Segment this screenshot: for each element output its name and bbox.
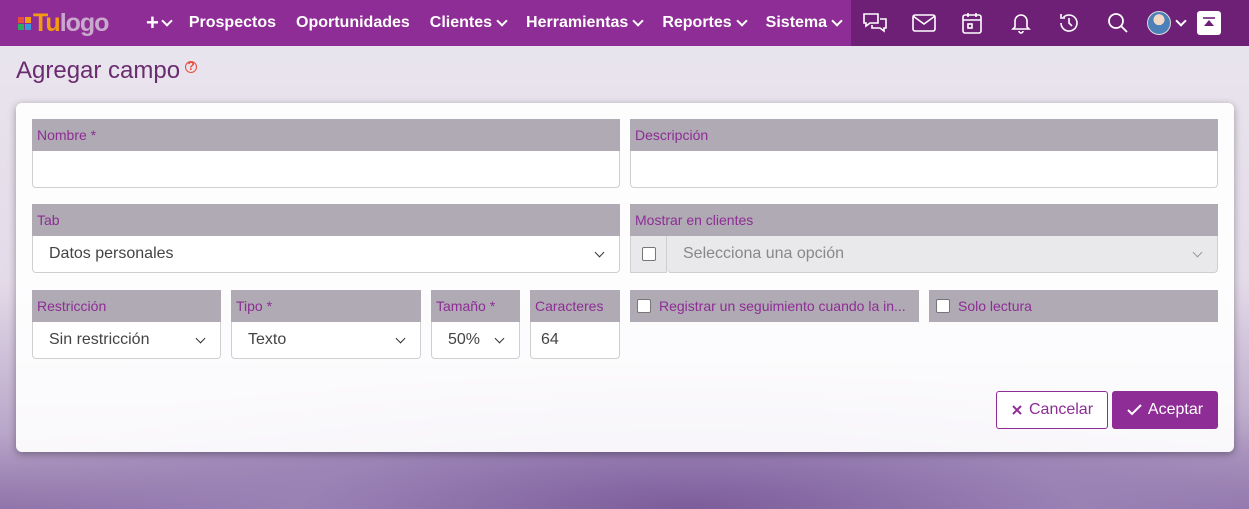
logo-mark bbox=[18, 16, 31, 30]
seguimiento-checkbox[interactable] bbox=[637, 299, 651, 313]
caret-up-icon bbox=[1202, 17, 1215, 26]
chevron-down-icon bbox=[496, 15, 508, 27]
tab-select[interactable]: Datos personales bbox=[32, 236, 620, 273]
top-navbar: Tulogo + Prospectos Oportunidades Client… bbox=[0, 0, 1249, 46]
solo-lectura-label: Solo lectura bbox=[958, 298, 1032, 314]
solo-lectura-field: Solo lectura bbox=[929, 290, 1218, 322]
tab-field: Tab Datos personales bbox=[32, 204, 620, 273]
nombre-field: Nombre * bbox=[32, 119, 620, 188]
history-icon[interactable] bbox=[1045, 0, 1094, 46]
user-menu[interactable] bbox=[1142, 0, 1191, 46]
chevron-down-icon bbox=[594, 247, 605, 257]
close-icon bbox=[1012, 405, 1022, 415]
descripcion-field: Descripción bbox=[630, 119, 1218, 188]
mostrar-clientes-checkbox-cell bbox=[630, 236, 667, 273]
nombre-input[interactable] bbox=[32, 151, 620, 188]
solo-lectura-option[interactable]: Solo lectura bbox=[929, 290, 1218, 322]
scroll-top-button[interactable] bbox=[1196, 11, 1221, 35]
restriccion-field: Restricción Sin restricción bbox=[32, 290, 221, 359]
caracteres-input[interactable]: 64 bbox=[530, 322, 620, 359]
search-icon[interactable] bbox=[1094, 0, 1143, 46]
seguimiento-label: Registrar un seguimiento cuando la in... bbox=[659, 298, 906, 314]
nav-item-sistema[interactable]: Sistema bbox=[766, 14, 843, 32]
tipo-label: Tipo * bbox=[231, 290, 421, 322]
tipo-field: Tipo * Texto bbox=[231, 290, 421, 359]
calendar-icon[interactable] bbox=[948, 0, 997, 46]
check-icon bbox=[1127, 404, 1142, 416]
logo-text: logo bbox=[59, 8, 110, 37]
avatar bbox=[1147, 11, 1172, 35]
restriccion-select[interactable]: Sin restricción bbox=[32, 322, 221, 359]
help-icon[interactable]: ? bbox=[185, 60, 198, 73]
seguimiento-option[interactable]: Registrar un seguimiento cuando la in... bbox=[630, 290, 919, 322]
seguimiento-field: Registrar un seguimiento cuando la in... bbox=[630, 290, 919, 322]
chevron-down-icon bbox=[494, 333, 505, 343]
mostrar-clientes-field: Mostrar en clientes Selecciona una opció… bbox=[630, 204, 1218, 273]
add-field-form: Nombre * Descripción Tab Datos personale… bbox=[16, 103, 1234, 452]
chevron-down-icon bbox=[195, 333, 206, 343]
chevron-down-icon bbox=[161, 15, 173, 27]
solo-lectura-checkbox[interactable] bbox=[936, 299, 950, 313]
mostrar-clientes-checkbox[interactable] bbox=[641, 247, 656, 261]
accept-button[interactable]: Aceptar bbox=[1112, 391, 1218, 429]
tamano-label: Tamaño * bbox=[431, 290, 520, 322]
nav-menu: Prospectos Oportunidades Clientes Herram… bbox=[189, 14, 861, 32]
bell-icon[interactable] bbox=[997, 0, 1046, 46]
chevron-down-icon bbox=[736, 15, 748, 27]
navbar-right-tools bbox=[851, 0, 1249, 46]
mostrar-clientes-label: Mostrar en clientes bbox=[630, 204, 1218, 236]
logo[interactable]: Tulogo bbox=[18, 9, 130, 38]
nav-item-prospectos[interactable]: Prospectos bbox=[189, 14, 276, 32]
nav-item-herramientas[interactable]: Herramientas bbox=[526, 14, 644, 32]
descripcion-input[interactable] bbox=[630, 151, 1218, 188]
chevron-down-icon bbox=[1175, 15, 1187, 27]
tab-label: Tab bbox=[32, 204, 620, 236]
mostrar-clientes-select[interactable]: Selecciona una opción bbox=[667, 236, 1218, 273]
chevron-down-icon bbox=[632, 15, 644, 27]
mail-icon[interactable] bbox=[900, 0, 949, 46]
nav-item-reportes[interactable]: Reportes bbox=[662, 14, 748, 32]
page-title: Agregar campo ? bbox=[16, 57, 198, 85]
descripcion-label: Descripción bbox=[630, 119, 1218, 151]
nombre-label: Nombre * bbox=[32, 119, 620, 151]
add-menu-button[interactable]: + bbox=[146, 10, 173, 36]
caracteres-label: Caracteres bbox=[530, 290, 620, 322]
tipo-select[interactable]: Texto bbox=[231, 322, 421, 359]
restriccion-label: Restricción bbox=[32, 290, 221, 322]
chevron-down-icon bbox=[831, 15, 843, 27]
chevron-down-icon bbox=[395, 333, 406, 343]
logo-prefix: Tu bbox=[33, 8, 61, 37]
nav-item-oportunidades[interactable]: Oportunidades bbox=[296, 14, 410, 32]
plus-icon: + bbox=[146, 10, 159, 35]
caracteres-field: Caracteres 64 bbox=[530, 290, 620, 359]
cancel-button[interactable]: Cancelar bbox=[996, 391, 1108, 429]
tamano-field: Tamaño * 50% bbox=[431, 290, 520, 359]
chevron-down-icon bbox=[1192, 247, 1203, 257]
nav-item-clientes[interactable]: Clientes bbox=[430, 14, 508, 32]
chat-icon[interactable] bbox=[851, 0, 900, 46]
tamano-select[interactable]: 50% bbox=[431, 322, 520, 359]
